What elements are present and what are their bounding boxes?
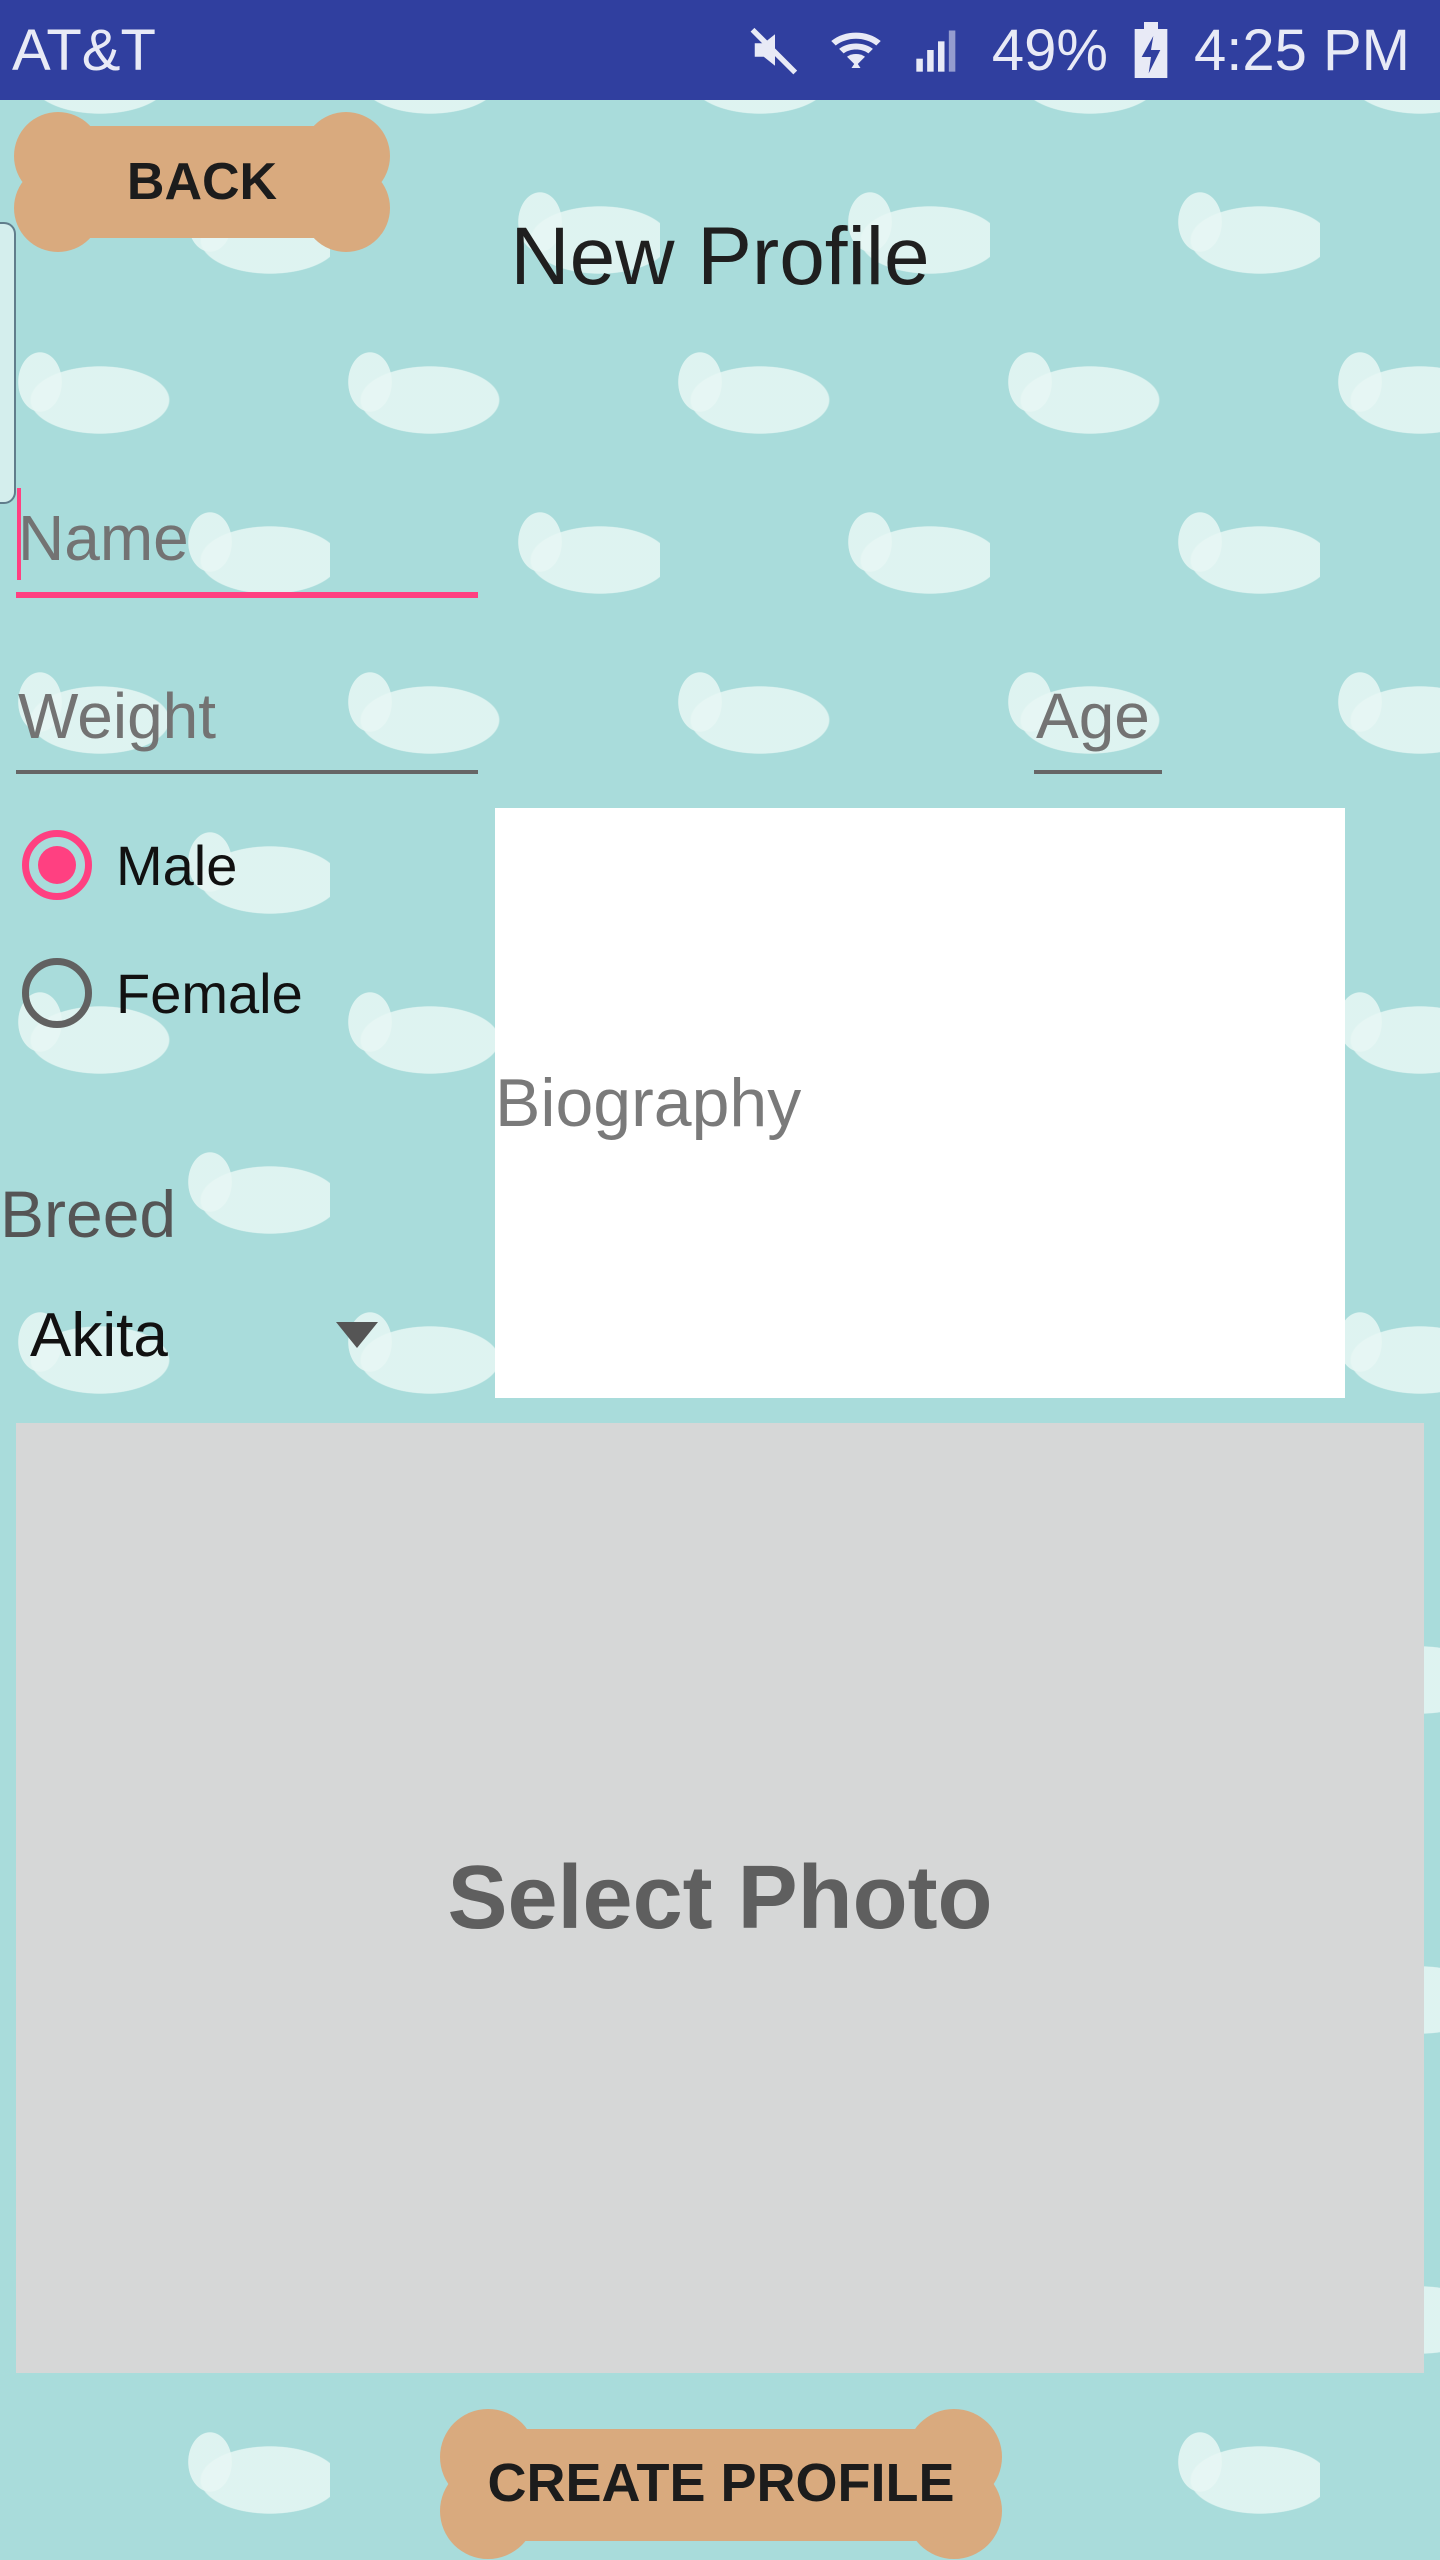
signal-icon: [916, 30, 956, 72]
battery-charging-icon: [1134, 22, 1168, 78]
breed-selected-value: Akita: [30, 1300, 168, 1370]
page-title: New Profile: [510, 211, 930, 302]
breed-label: Breed: [0, 1177, 177, 1251]
wifi-icon: [831, 32, 881, 68]
weight-input[interactable]: [16, 676, 478, 774]
mute-icon: [750, 27, 798, 75]
radio-female[interactable]: Female: [22, 958, 303, 1028]
text-cursor: [17, 488, 21, 580]
select-photo-button[interactable]: Select Photo: [16, 1423, 1424, 2373]
create-profile-label: CREATE PROFILE: [487, 2452, 955, 2513]
biography-placeholder: Biography: [495, 1065, 802, 1141]
name-input[interactable]: [16, 498, 478, 598]
select-photo-label: Select Photo: [447, 1847, 993, 1948]
breed-dropdown[interactable]: Akita: [30, 1290, 390, 1380]
radio-dot: [38, 846, 76, 884]
radio-unchecked-icon[interactable]: [22, 958, 92, 1028]
clock: 4:25 PM: [1194, 17, 1410, 83]
create-profile-button[interactable]: CREATE PROFILE: [430, 2405, 1012, 2560]
carrier-label: AT&T: [12, 17, 156, 83]
radio-male[interactable]: Male: [22, 830, 237, 900]
biography-input[interactable]: Biography: [495, 808, 1345, 1398]
battery-percent: 49%: [991, 17, 1108, 83]
status-icons: 49% 4:25 PM: [748, 17, 1410, 84]
radio-label-male: Male: [116, 833, 238, 897]
age-input[interactable]: [1034, 676, 1162, 774]
radio-checked-icon[interactable]: [22, 830, 92, 900]
dropdown-arrow-icon: [336, 1322, 378, 1348]
radio-label-female: Female: [116, 961, 303, 1025]
status-bar: AT&T 49% 4:25 PM: [0, 0, 1440, 100]
